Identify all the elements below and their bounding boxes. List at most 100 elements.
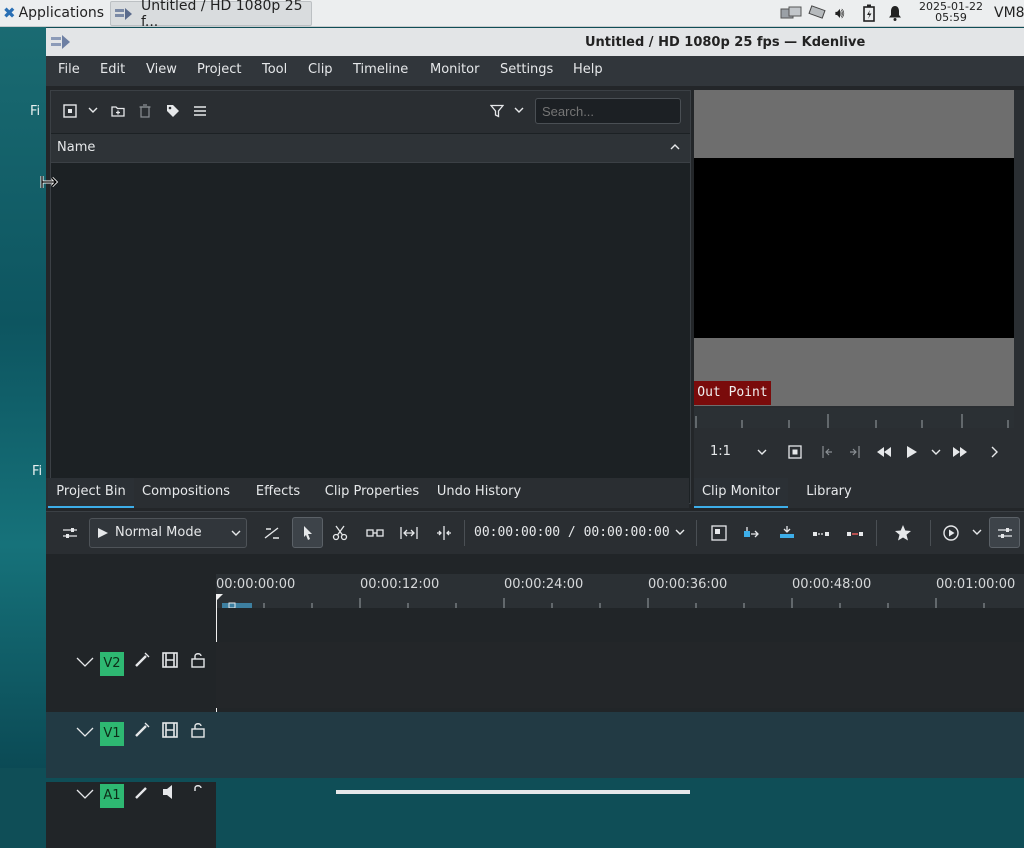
tab-project-bin[interactable]: Project Bin bbox=[48, 478, 134, 508]
track-name-badge[interactable]: V1 bbox=[100, 722, 124, 746]
effects-wand-icon[interactable] bbox=[134, 652, 150, 668]
ripple-tool-icon[interactable] bbox=[400, 525, 418, 541]
set-in-point-icon[interactable] bbox=[820, 445, 834, 459]
notifications-bell-icon[interactable] bbox=[888, 0, 902, 26]
timeline-settings-button[interactable] bbox=[989, 517, 1020, 548]
film-icon[interactable] bbox=[162, 722, 178, 738]
pointer-icon bbox=[301, 525, 315, 541]
overwrite-clip-icon[interactable] bbox=[778, 525, 796, 541]
chevron-down-icon[interactable] bbox=[513, 104, 525, 116]
clock[interactable]: 2025-01-22 05:59 bbox=[918, 1, 984, 23]
window-titlebar[interactable]: Untitled / HD 1080p 25 fps — Kdenlive bbox=[46, 28, 1024, 56]
taskbar-button-label: Untitled / HD 1080p 25 f... bbox=[141, 0, 303, 30]
set-out-point-icon[interactable] bbox=[848, 445, 862, 459]
menu-help[interactable]: Help bbox=[573, 62, 603, 77]
spacer-tool-icon[interactable] bbox=[263, 525, 281, 541]
rewind-icon[interactable] bbox=[876, 445, 892, 459]
timeline-preview-icon[interactable] bbox=[942, 524, 960, 542]
volume-icon[interactable]: 🔊︎ bbox=[835, 0, 844, 26]
lock-icon[interactable] bbox=[191, 652, 205, 668]
menu-list-icon[interactable] bbox=[193, 104, 207, 118]
battery-icon[interactable] bbox=[863, 0, 875, 26]
delete-icon[interactable] bbox=[139, 104, 151, 118]
menu-file[interactable]: File bbox=[58, 62, 80, 77]
selection-tool-button[interactable] bbox=[292, 517, 323, 548]
collapse-track-icon[interactable] bbox=[76, 788, 94, 800]
fullscreen-icon[interactable] bbox=[788, 445, 802, 459]
lock-icon[interactable] bbox=[191, 784, 205, 800]
slip-tool-icon[interactable] bbox=[366, 525, 384, 541]
desktop-icon-label[interactable]: Fi bbox=[32, 464, 42, 479]
add-clip-icon[interactable] bbox=[63, 104, 77, 118]
timeline-scrollbar[interactable] bbox=[336, 790, 690, 794]
tag-icon[interactable] bbox=[166, 104, 180, 118]
tab-effects[interactable]: Effects bbox=[244, 478, 312, 506]
timeline-mode-select[interactable]: Normal Mode bbox=[89, 518, 247, 548]
timeline-timecode[interactable]: 00:00:00:00 / 00:00:00:00 bbox=[474, 525, 670, 540]
extract-icon[interactable] bbox=[846, 525, 864, 541]
menu-view[interactable]: View bbox=[146, 62, 177, 77]
zoom-select[interactable]: 1:1 bbox=[710, 444, 731, 459]
insert-clip-icon[interactable] bbox=[743, 525, 761, 541]
chevron-down-icon[interactable] bbox=[756, 446, 768, 458]
track-lane-v2[interactable] bbox=[216, 642, 1024, 708]
chevron-down-icon[interactable] bbox=[930, 446, 942, 458]
monitor-video-area[interactable] bbox=[694, 158, 1014, 338]
chevron-down-icon[interactable] bbox=[674, 526, 686, 538]
effects-wand-icon[interactable] bbox=[134, 784, 150, 800]
tab-compositions[interactable]: Compositions bbox=[136, 478, 236, 506]
collapse-track-icon[interactable] bbox=[76, 656, 94, 668]
filter-icon[interactable] bbox=[490, 104, 504, 118]
project-bin-toolbar bbox=[51, 91, 690, 133]
menu-tool[interactable]: Tool bbox=[262, 62, 287, 77]
ruler-label: 00:00:48:00 bbox=[792, 577, 872, 592]
lift-icon[interactable] bbox=[812, 525, 830, 541]
razor-tool-icon[interactable] bbox=[332, 525, 348, 541]
effects-wand-icon[interactable] bbox=[134, 722, 150, 738]
track-name-badge[interactable]: A1 bbox=[100, 784, 124, 808]
tab-clip-properties[interactable]: Clip Properties bbox=[320, 478, 424, 506]
chevron-down-icon[interactable] bbox=[971, 526, 983, 538]
taskbar-button-kdenlive[interactable]: Untitled / HD 1080p 25 f... bbox=[110, 0, 312, 30]
project-bin-list[interactable] bbox=[51, 163, 690, 501]
track-name-badge[interactable]: V2 bbox=[100, 652, 124, 676]
search-input[interactable] bbox=[535, 98, 681, 124]
track-settings-icon[interactable] bbox=[62, 525, 78, 541]
tab-clip-monitor[interactable]: Clip Monitor bbox=[694, 478, 788, 508]
chevron-down-icon[interactable] bbox=[87, 104, 99, 116]
menu-timeline[interactable]: Timeline bbox=[353, 62, 408, 77]
collapse-track-icon[interactable] bbox=[76, 726, 94, 738]
window-title: Untitled / HD 1080p 25 fps — Kdenlive bbox=[585, 35, 866, 50]
menu-monitor[interactable]: Monitor bbox=[430, 62, 479, 77]
menu-settings[interactable]: Settings bbox=[500, 62, 553, 77]
menu-project[interactable]: Project bbox=[197, 62, 241, 77]
applications-menu[interactable]: ✖ Applications bbox=[3, 0, 104, 26]
clip-monitor-panel: Out Point 1:1 Clip Monitor Library bbox=[694, 90, 1024, 508]
kdenlive-window-icon[interactable] bbox=[50, 34, 72, 50]
track-lane-v1[interactable] bbox=[216, 712, 1024, 778]
lock-icon[interactable] bbox=[191, 722, 205, 738]
timeline-ruler[interactable]: 00:00:00:00 00:00:12:00 00:00:24:00 00:0… bbox=[216, 574, 1024, 608]
tab-undo-history[interactable]: Undo History bbox=[430, 478, 528, 506]
film-icon[interactable] bbox=[162, 652, 178, 668]
network-icon[interactable] bbox=[780, 0, 802, 26]
track-header-a1: A1 bbox=[46, 782, 216, 848]
desktop-icon-label[interactable]: Fi bbox=[30, 104, 40, 119]
fast-forward-icon[interactable] bbox=[952, 445, 968, 459]
tab-library[interactable]: Library bbox=[794, 478, 864, 506]
roll-tool-icon[interactable] bbox=[436, 525, 452, 541]
monitor-ruler[interactable] bbox=[694, 408, 1014, 428]
clock-time: 05:59 bbox=[935, 11, 967, 24]
chevron-right-icon[interactable] bbox=[988, 445, 1000, 459]
menu-edit[interactable]: Edit bbox=[100, 62, 125, 77]
chevron-up-icon[interactable] bbox=[669, 141, 681, 153]
menu-clip[interactable]: Clip bbox=[308, 62, 333, 77]
favorite-star-icon[interactable] bbox=[894, 524, 912, 542]
column-header-name[interactable]: Name bbox=[57, 140, 95, 155]
play-icon[interactable] bbox=[906, 445, 918, 459]
speaker-icon[interactable] bbox=[162, 784, 178, 800]
project-bin-header: Name bbox=[51, 134, 690, 163]
network-wired-icon[interactable] bbox=[808, 0, 830, 26]
composite-icon[interactable] bbox=[711, 525, 727, 541]
add-folder-icon[interactable] bbox=[111, 104, 125, 118]
